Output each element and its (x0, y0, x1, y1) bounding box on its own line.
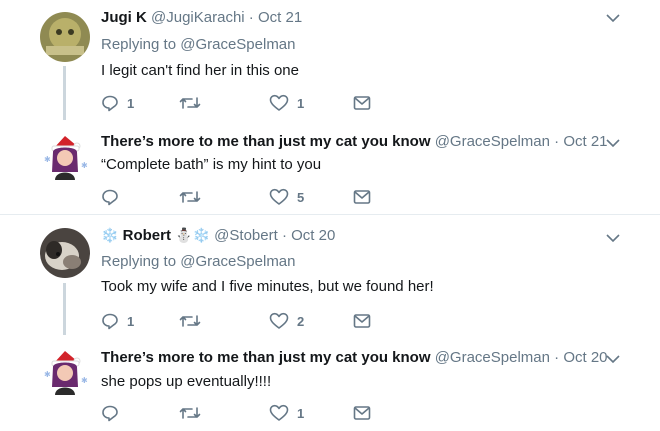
dm-button[interactable] (353, 403, 371, 423)
retweet-button[interactable] (179, 311, 201, 331)
retweet-button[interactable] (179, 93, 201, 113)
heart-icon (269, 312, 289, 329)
replying-prefix: Replying to (101, 253, 177, 270)
reply-count: 1 (127, 313, 135, 329)
display-name[interactable]: Jugi K (101, 9, 147, 26)
reply-button[interactable] (101, 403, 127, 423)
dm-button[interactable] (353, 187, 371, 207)
chevron-down-icon[interactable] (606, 13, 620, 23)
separator-dot: · (554, 133, 560, 150)
reply-button[interactable] (101, 187, 127, 207)
display-name[interactable]: Robert (123, 227, 171, 244)
retweet-button[interactable] (179, 187, 201, 207)
handle[interactable]: @Stobert (214, 227, 278, 244)
action-bar: 1 (101, 403, 381, 423)
reply-button[interactable]: 1 (101, 311, 134, 331)
like-button[interactable]: 1 (269, 403, 304, 423)
timestamp[interactable]: Oct 21 (563, 133, 607, 150)
action-bar: 5 (101, 187, 381, 207)
chevron-down-icon[interactable] (606, 354, 620, 364)
avatar[interactable]: ✱ ✱ (40, 132, 90, 182)
separator-dot: · (248, 9, 254, 26)
reply-count: 1 (127, 95, 135, 111)
avatar[interactable] (40, 228, 90, 278)
like-button[interactable]: 2 (269, 311, 304, 331)
tweet-header: Jugi K @JugiKarachi · Oct 21 (101, 9, 302, 26)
envelope-icon (353, 406, 371, 420)
tweet-grace-1[interactable]: ✱ ✱ There’s more to me than just my cat … (0, 120, 660, 214)
retweet-icon (179, 315, 201, 327)
replying-mention[interactable]: @GraceSpelman (180, 253, 295, 270)
avatar[interactable] (40, 12, 90, 62)
retweet-icon (179, 191, 201, 203)
retweet-icon (179, 407, 201, 419)
handle[interactable]: @GraceSpelman (435, 349, 550, 366)
heart-icon (269, 404, 289, 421)
tweet-text: Took my wife and I five minutes, but we … (101, 278, 434, 295)
display-name[interactable]: There’s more to me than just my cat you … (101, 133, 431, 150)
reply-icon (102, 405, 118, 422)
heart-icon (269, 188, 289, 205)
tweet-grace-2[interactable]: ✱ ✱ There’s more to me than just my cat … (0, 335, 660, 431)
replying-to: Replying to @GraceSpelman (101, 36, 296, 53)
timestamp[interactable]: Oct 20 (563, 349, 607, 366)
chevron-down-icon[interactable] (606, 138, 620, 148)
like-count: 1 (297, 95, 305, 111)
envelope-icon (353, 96, 371, 110)
timestamp[interactable]: Oct 21 (258, 9, 302, 26)
like-count: 5 (297, 189, 305, 205)
like-button[interactable]: 1 (269, 93, 304, 113)
reply-icon (102, 313, 118, 330)
tweet-robert[interactable]: ❄️ Robert ⛄❄️ @Stobert · Oct 20 Replying… (0, 215, 660, 335)
chevron-down-icon[interactable] (606, 233, 620, 243)
envelope-icon (353, 190, 371, 204)
envelope-icon (353, 314, 371, 328)
tweet-text: she pops up eventually!!!! (101, 373, 272, 390)
display-name[interactable]: There’s more to me than just my cat you … (101, 349, 431, 366)
replying-mention[interactable]: @GraceSpelman (180, 36, 295, 53)
separator-dot: · (281, 227, 287, 244)
tweet-jugi[interactable]: Jugi K @JugiKarachi · Oct 21 Replying to… (0, 0, 660, 120)
separator-dot: · (554, 349, 560, 366)
handle[interactable]: @GraceSpelman (435, 133, 550, 150)
dm-button[interactable] (353, 311, 371, 331)
thread-line (63, 283, 66, 335)
retweet-button[interactable] (179, 403, 201, 423)
like-button[interactable]: 5 (269, 187, 304, 207)
avatar[interactable]: ✱ ✱ (40, 347, 90, 397)
heart-icon (269, 94, 289, 111)
svg-text:✱: ✱ (44, 370, 51, 379)
svg-text:✱: ✱ (81, 161, 88, 170)
tweet-header: ❄️ Robert ⛄❄️ @Stobert · Oct 20 (101, 227, 335, 244)
name-decoration-left: ❄️ (101, 227, 119, 243)
reply-icon (102, 95, 118, 112)
action-bar: 1 2 (101, 311, 381, 331)
thread-line (63, 66, 66, 120)
replying-to: Replying to @GraceSpelman (101, 253, 296, 270)
like-count: 1 (297, 405, 305, 421)
tweet-header: There’s more to me than just my cat you … (101, 133, 608, 150)
tweet-header: There’s more to me than just my cat you … (101, 349, 608, 366)
reply-icon (102, 189, 118, 206)
svg-text:✱: ✱ (81, 376, 88, 385)
tweet-text: I legit can't find her in this one (101, 62, 299, 79)
name-decoration-right: ⛄❄️ (175, 227, 210, 243)
like-count: 2 (297, 313, 305, 329)
svg-text:✱: ✱ (44, 155, 51, 164)
dm-button[interactable] (353, 93, 371, 113)
action-bar: 1 1 (101, 93, 381, 113)
timestamp[interactable]: Oct 20 (291, 227, 335, 244)
retweet-icon (179, 97, 201, 109)
replying-prefix: Replying to (101, 36, 177, 53)
tweet-text: “Complete bath” is my hint to you (101, 156, 322, 173)
reply-button[interactable]: 1 (101, 93, 134, 113)
handle[interactable]: @JugiKarachi (151, 9, 245, 26)
